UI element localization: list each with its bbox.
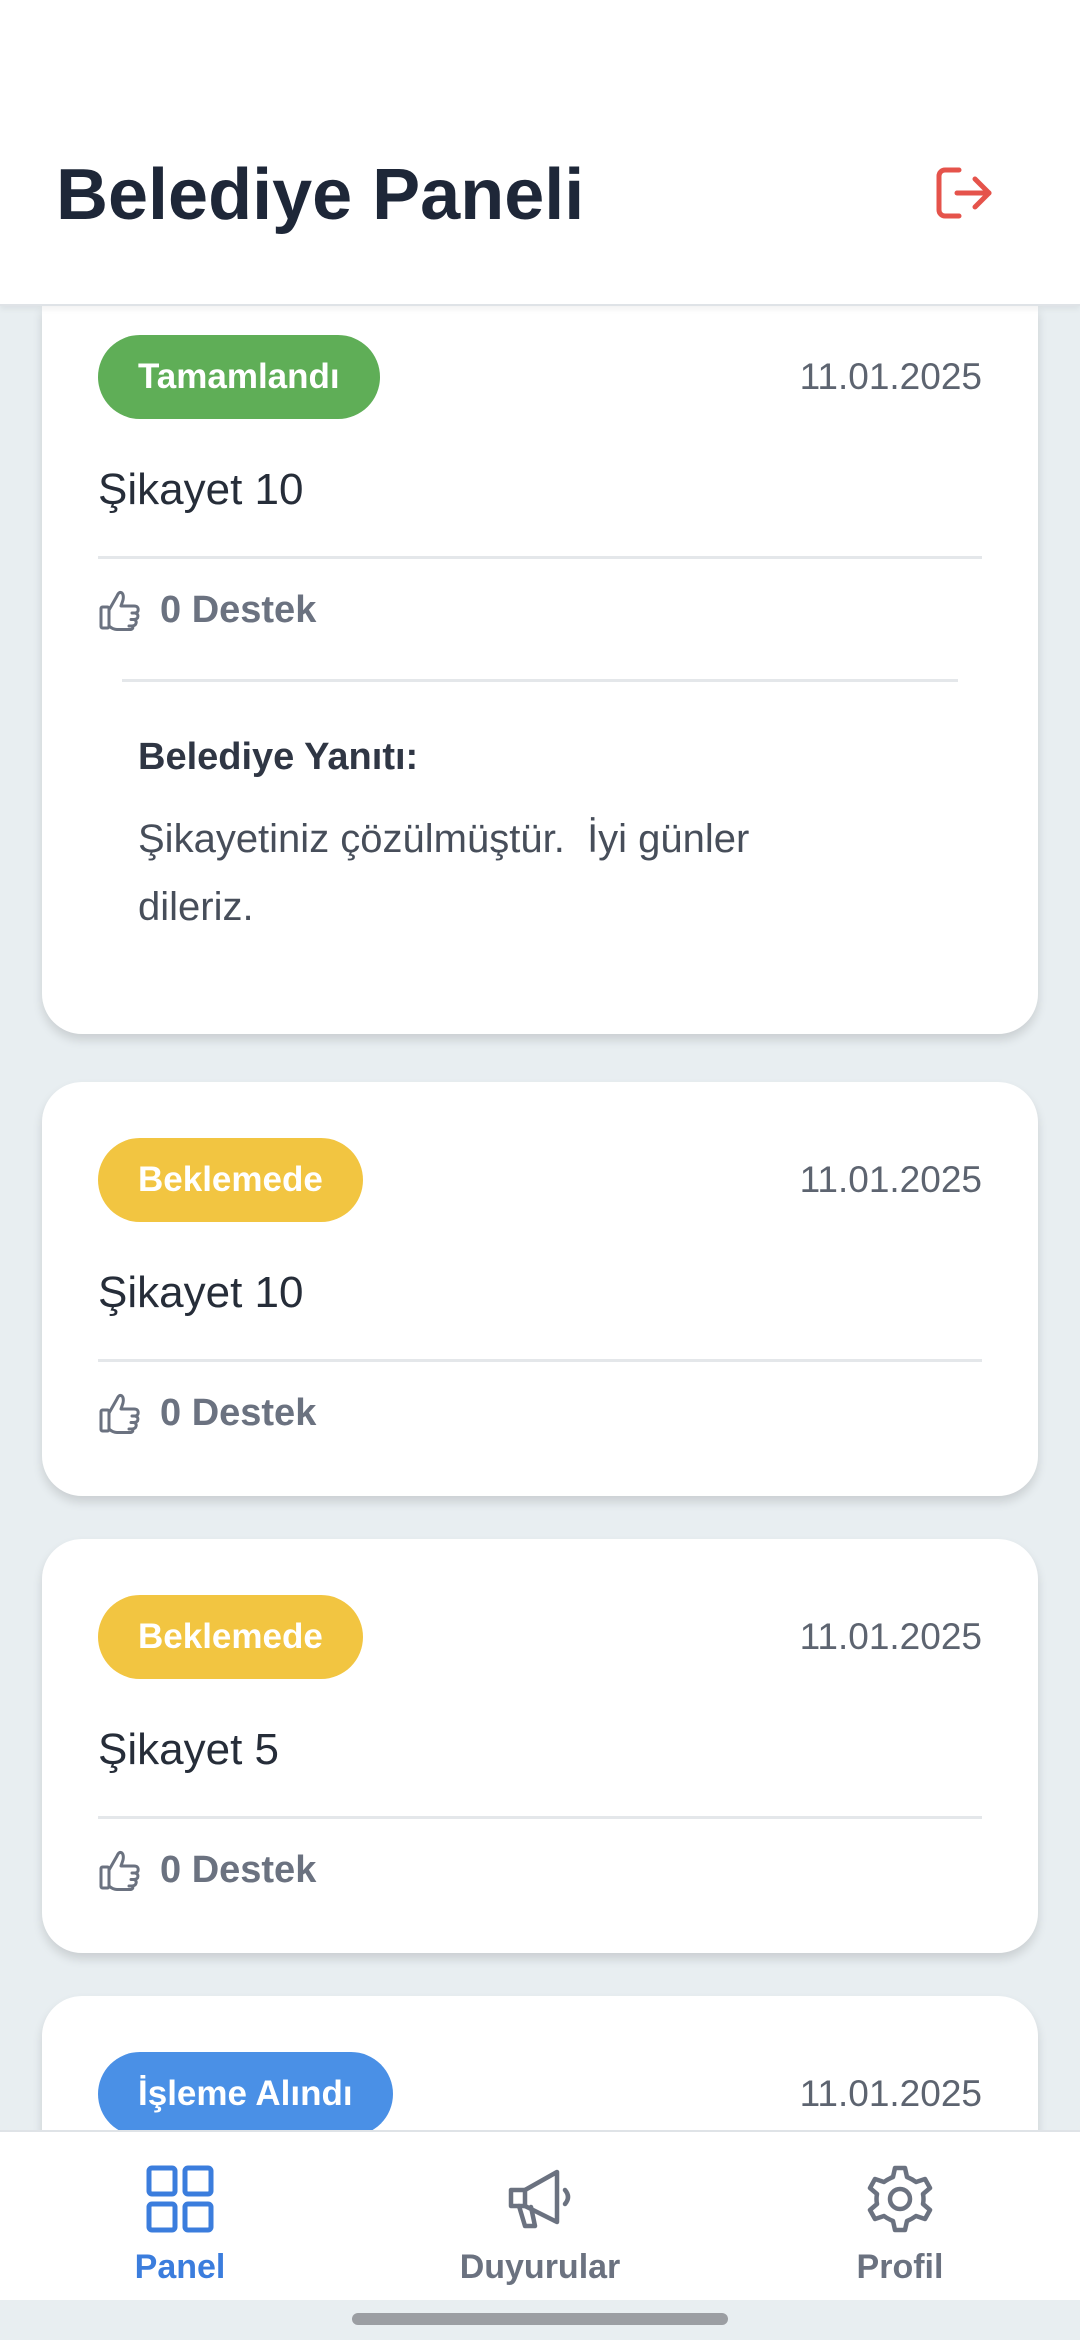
status-badge: İşleme Alındı (98, 2052, 393, 2130)
support-count: 0 Destek (160, 1391, 317, 1434)
bottom-navigation: Panel Duyurular Profil (0, 2130, 1080, 2300)
complaint-title: Şikayet 10 (98, 465, 304, 514)
nav-label-panel: Panel (134, 2248, 226, 2286)
app-header: Belediye Paneli (0, 0, 1080, 306)
complaint-card[interactable]: Tamamlandı 11.01.2025 Şikayet 10 0 Deste… (42, 306, 1038, 1034)
status-badge: Beklemede (98, 1138, 363, 1222)
reply-heading: Belediye Yanıtı: (138, 736, 419, 778)
complaint-date: 11.01.2025 (799, 356, 982, 397)
complaint-date: 11.01.2025 (799, 1159, 982, 1200)
status-badge: Tamamlandı (98, 335, 380, 419)
reply-text: Şikayetiniz çözülmüştür. İyi günler dile… (138, 817, 750, 929)
support-button[interactable]: 0 Destek (98, 582, 316, 638)
nav-item-duyurular[interactable]: Duyurular (360, 2132, 720, 2302)
gear-icon (865, 2164, 935, 2234)
complaint-title: Şikayet 5 (98, 1725, 279, 1774)
divider (98, 1816, 982, 1819)
complaint-card[interactable]: İşleme Alındı 11.01.2025 (42, 1996, 1038, 2130)
support-button[interactable]: 0 Destek (98, 1385, 316, 1441)
grid-icon (145, 2164, 215, 2234)
status-badge: Beklemede (98, 1595, 363, 1679)
logout-button[interactable] (930, 158, 1000, 228)
thumbs-up-icon (99, 1393, 140, 1434)
reply-divider (122, 679, 958, 682)
app-screen: Belediye Paneli Tamamlandı 11.01.2025 Şi… (0, 0, 1080, 2340)
nav-item-profil[interactable]: Profil (720, 2132, 1080, 2302)
home-indicator[interactable] (352, 2313, 728, 2325)
support-button[interactable]: 0 Destek (98, 1842, 316, 1898)
megaphone-icon (505, 2164, 575, 2234)
divider (98, 1359, 982, 1362)
thumbs-up-icon (99, 1850, 140, 1891)
nav-item-panel[interactable]: Panel (0, 2132, 360, 2302)
nav-label-profil: Profil (856, 2248, 944, 2286)
support-count: 0 Destek (160, 1848, 317, 1891)
complaint-list[interactable]: Tamamlandı 11.01.2025 Şikayet 10 0 Deste… (0, 306, 1080, 2130)
page-title: Belediye Paneli (56, 155, 585, 235)
complaint-date: 11.01.2025 (799, 1616, 982, 1657)
support-count: 0 Destek (160, 588, 317, 631)
thumbs-up-icon (99, 590, 140, 631)
complaint-date: 11.01.2025 (799, 2073, 982, 2114)
logout-icon (936, 167, 992, 219)
nav-label-duyurular: Duyurular (459, 2248, 621, 2286)
complaint-title: Şikayet 10 (98, 1268, 304, 1317)
divider (98, 556, 982, 559)
complaint-card[interactable]: Beklemede 11.01.2025 Şikayet 10 0 Destek (42, 1082, 1038, 1496)
complaint-card[interactable]: Beklemede 11.01.2025 Şikayet 5 0 Destek (42, 1539, 1038, 1953)
